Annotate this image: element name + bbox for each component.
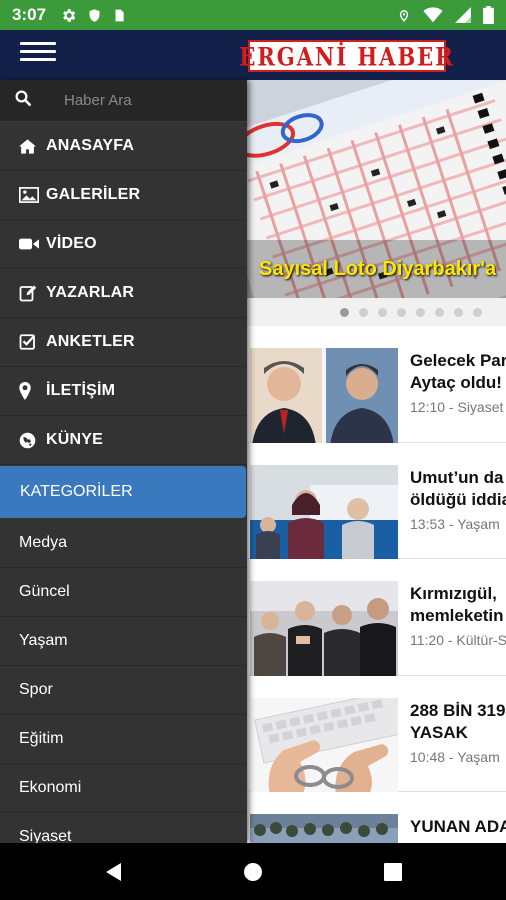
slider-pagination [247,298,506,326]
menu-item-label: ANKETLER [46,333,135,350]
wifi-icon [423,7,443,23]
category-label: Siyaset [19,828,72,843]
news-thumbnail [250,697,398,796]
news-list: Gelecek Par Aytaç oldu! 12:10 - Siyaset … [247,326,506,843]
slider-dot[interactable] [397,307,406,317]
menu-item-kunye[interactable]: KÜNYE [0,416,247,465]
category-label: Eğitim [19,730,64,747]
menu-item-label: GALERİLER [46,186,141,203]
image-icon [19,187,41,203]
news-item[interactable]: Umut’un da öldüğü iddia 13:53 - Yaşam [247,442,506,563]
headline-slider[interactable]: Sayısal Loto Diyarbakır'a [247,80,506,298]
news-item[interactable]: 288 BİN 319 YASAK 10:48 - Yaşam [247,675,506,796]
globe-icon [19,432,41,449]
system-navigation-bar [0,843,506,900]
search-bar[interactable]: Haber Ara [0,80,247,122]
home-button[interactable] [238,857,268,887]
news-title[interactable]: Umut’un da öldüğü iddia [410,467,506,511]
menu-item-video[interactable]: VİDEO [0,220,247,269]
location-pin-icon [19,382,41,400]
news-meta: 10:48 - Yaşam [410,748,500,765]
menu-item-label: VİDEO [46,235,97,252]
sim-card-icon [112,7,126,24]
slider-caption[interactable]: Sayısal Loto Diyarbakır'a [259,258,496,281]
back-button[interactable] [98,857,128,887]
category-item-siyaset[interactable]: Siyaset [0,813,247,843]
news-thumbnail [250,348,398,446]
news-meta: 11:20 - Kültür-S [410,632,506,648]
news-thumbnail [250,814,398,843]
categories-header[interactable]: KATEGORİLER [0,466,246,518]
news-meta: 13:53 - Yaşam [410,515,500,532]
category-label: Medya [19,534,68,551]
news-item[interactable]: Kırmızıgül, memleketin 11:20 - Kültür-S [247,559,506,679]
app-logo[interactable]: ERGANİ HABER [239,40,453,72]
category-item-ekonomi[interactable]: Ekonomi [0,764,247,813]
news-title[interactable]: Gelecek Par Aytaç oldu! [410,350,506,394]
category-label: Güncel [19,583,70,600]
slider-dot[interactable] [454,307,463,317]
news-item[interactable]: YUNAN ADA [247,792,506,843]
slider-dot[interactable] [473,307,482,317]
menu-item-label: İLETİŞİM [46,382,116,399]
navigation-drawer: Haber Ara ANASAYFA GALERİLER VİDEO YAZAR… [0,80,247,843]
category-label: Spor [19,681,53,698]
category-item-egitim[interactable]: Eğitim [0,715,247,764]
recents-button[interactable] [378,857,408,887]
hamburger-menu-button[interactable] [20,42,56,70]
app-header: ERGANİ HABER [0,30,506,80]
menu-item-galeriler[interactable]: GALERİLER [0,171,247,220]
news-item[interactable]: Gelecek Par Aytaç oldu! 12:10 - Siyaset [247,326,506,446]
slider-dot[interactable] [378,307,387,317]
slider-dot[interactable] [340,307,349,317]
slider-dot[interactable] [359,307,368,317]
menu-item-anketler[interactable]: ANKETLER [0,318,247,367]
check-square-icon [19,333,41,351]
search-input[interactable]: Haber Ara [64,92,132,109]
shield-icon [87,7,102,24]
menu-item-label: ANASAYFA [46,137,135,154]
news-thumbnail [250,581,398,679]
category-label: Yaşam [19,632,68,649]
logo-text: ERGANİ HABER [239,41,455,71]
signal-icon [455,7,471,23]
category-item-yasam[interactable]: Yaşam [0,617,247,666]
status-time: 3:07 [12,5,47,24]
category-item-guncel[interactable]: Güncel [0,568,247,617]
news-title[interactable]: 288 BİN 319 YASAK [410,700,506,744]
slider-dot[interactable] [435,307,444,317]
category-label: Ekonomi [19,779,82,796]
menu-item-label: YAZARLAR [46,284,135,301]
menu-item-yazarlar[interactable]: YAZARLAR [0,269,247,318]
status-bar: 3:07 [0,0,506,30]
news-thumbnail [250,464,398,563]
edit-icon [19,284,41,302]
news-title[interactable]: YUNAN ADA [410,816,506,838]
battery-icon [483,6,494,24]
menu-item-iletisim[interactable]: İLETİŞİM [0,367,247,416]
video-camera-icon [19,237,41,251]
slider-dot[interactable] [416,307,425,317]
gear-icon [60,7,77,24]
location-icon [397,7,411,24]
category-item-spor[interactable]: Spor [0,666,247,715]
main-content: Sayısal Loto Diyarbakır'a Gelecek Par Ay… [247,80,506,843]
home-icon [19,138,41,154]
menu-item-anasayfa[interactable]: ANASAYFA [0,122,247,171]
search-icon[interactable] [14,89,32,112]
category-item-medya[interactable]: Medya [0,519,247,568]
menu-item-label: KÜNYE [46,431,104,448]
news-meta: 12:10 - Siyaset [410,399,504,415]
categories-header-label: KATEGORİLER [20,483,133,500]
news-title[interactable]: Kırmızıgül, memleketin [410,583,506,627]
